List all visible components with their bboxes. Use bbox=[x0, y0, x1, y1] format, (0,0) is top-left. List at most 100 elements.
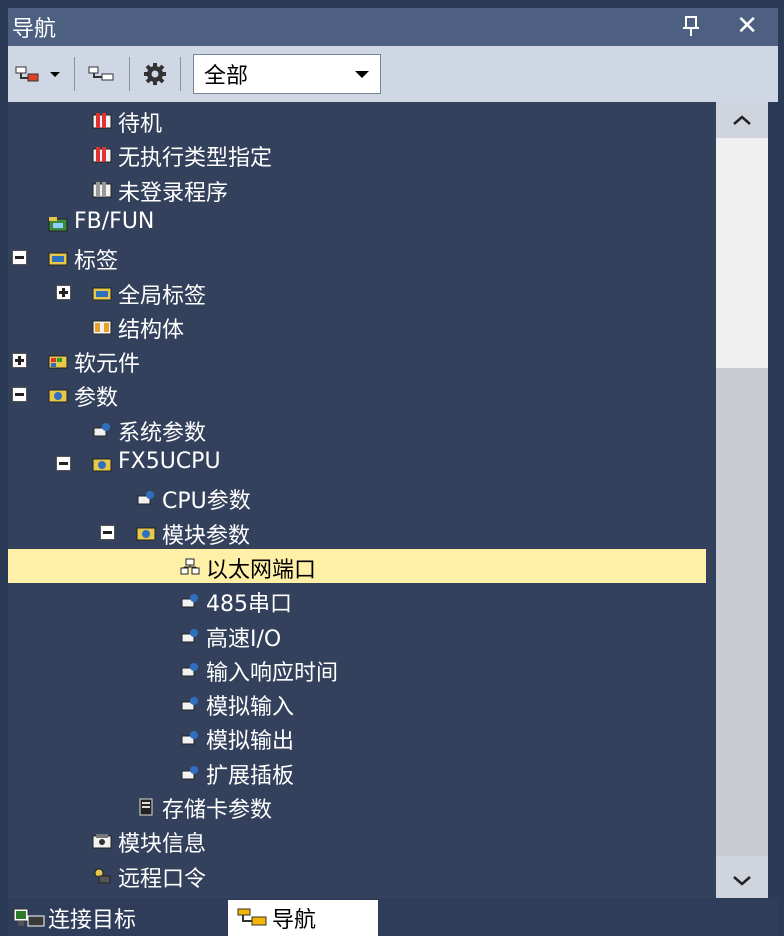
tree-item[interactable]: 模拟输出 bbox=[8, 720, 716, 754]
collapse-icon[interactable] bbox=[12, 250, 27, 266]
filter-select-value: 全部 bbox=[204, 64, 249, 89]
module-red-icon bbox=[92, 145, 112, 163]
tree-item[interactable]: 模块参数 bbox=[8, 515, 716, 549]
tree-item-label: 以太网端口 bbox=[206, 557, 317, 583]
param-icon bbox=[180, 591, 200, 609]
collapse-icon[interactable] bbox=[100, 524, 115, 540]
param-folder-icon bbox=[136, 523, 156, 541]
tree-item-label: 输入响应时间 bbox=[206, 660, 339, 686]
tree-item-label: 模块信息 bbox=[118, 832, 207, 858]
tree-item-label: 系统参数 bbox=[118, 420, 207, 446]
scroll-up-button[interactable] bbox=[716, 102, 768, 138]
tree-item-label: 未登录程序 bbox=[118, 180, 229, 206]
scroll-down-button[interactable] bbox=[716, 862, 768, 898]
param-icon bbox=[180, 694, 200, 712]
tree-item-label: 标签 bbox=[74, 249, 119, 275]
param-icon bbox=[92, 420, 112, 438]
param-icon bbox=[136, 488, 156, 506]
chevron-down-icon[interactable] bbox=[344, 55, 380, 93]
connection-target-icon bbox=[13, 908, 45, 927]
param-icon bbox=[180, 626, 200, 644]
tree-item[interactable]: 未登录程序 bbox=[8, 172, 716, 206]
tree-item[interactable]: 全局标签 bbox=[8, 275, 716, 309]
panel-title-bar: 导航 ✕ bbox=[8, 8, 778, 46]
fb-folder-icon bbox=[48, 214, 68, 232]
pin-icon[interactable] bbox=[680, 14, 702, 38]
tab-connection-target[interactable]: 连接目标 bbox=[12, 900, 136, 936]
collapse-icon[interactable] bbox=[12, 387, 27, 403]
tree-item[interactable]: 存储卡参数 bbox=[8, 789, 716, 823]
param-icon bbox=[180, 763, 200, 781]
tree-item[interactable]: CPU参数 bbox=[8, 480, 716, 514]
module-gray-icon bbox=[92, 180, 112, 198]
chevron-up-icon bbox=[733, 115, 751, 125]
chevron-down-icon bbox=[50, 72, 60, 77]
tree-item-label: FB/FUN bbox=[74, 208, 155, 234]
tree-item-label: 参数 bbox=[74, 386, 119, 412]
settings-button[interactable] bbox=[136, 54, 174, 94]
filter-select[interactable]: 全部 bbox=[193, 54, 381, 94]
tree-item[interactable]: 以太网端口 bbox=[8, 548, 706, 583]
param-folder-icon bbox=[48, 385, 68, 403]
param-icon bbox=[180, 728, 200, 746]
expand-icon[interactable] bbox=[56, 284, 71, 300]
scroll-track[interactable] bbox=[716, 138, 768, 398]
tab-navigation-label: 导航 bbox=[272, 908, 317, 933]
tree-item[interactable]: 远程口令 bbox=[8, 858, 716, 892]
tree-item[interactable]: 输入响应时间 bbox=[8, 652, 716, 686]
tree-item-label: 模拟输入 bbox=[206, 695, 295, 721]
hierarchy-view-button[interactable] bbox=[81, 54, 123, 94]
tree-item[interactable]: 软元件 bbox=[8, 343, 716, 377]
memory-card-icon bbox=[136, 797, 156, 816]
tree-item-label: 远程口令 bbox=[118, 866, 207, 892]
tree-item[interactable]: 高速I/O bbox=[8, 618, 716, 652]
tree-item-label: 存储卡参数 bbox=[162, 798, 273, 823]
device-folder-icon bbox=[48, 351, 68, 369]
gear-icon bbox=[144, 63, 166, 85]
tree-item-label: FX5UCPU bbox=[118, 449, 221, 474]
label-folder-icon bbox=[92, 283, 112, 301]
expand-icon[interactable] bbox=[12, 353, 27, 369]
tree-item[interactable]: 无执行类型指定 bbox=[8, 137, 716, 171]
tab-connection-target-label: 连接目标 bbox=[48, 908, 137, 933]
tree-item[interactable]: 参数 bbox=[8, 377, 716, 411]
scroll-thumb[interactable] bbox=[716, 368, 768, 856]
label-folder-icon bbox=[48, 248, 68, 266]
tree-item-label: 软元件 bbox=[74, 352, 141, 378]
panel-title: 导航 bbox=[12, 17, 57, 42]
bottom-tab-bar: 连接目标 导航 bbox=[8, 898, 778, 936]
struct-icon bbox=[92, 317, 112, 335]
tree-item[interactable]: FX5UCPU bbox=[8, 446, 716, 480]
module-info-icon bbox=[92, 831, 112, 849]
tree-item[interactable]: 模块信息 bbox=[8, 823, 716, 857]
tree-item[interactable]: FB/FUN bbox=[8, 206, 716, 240]
tree-item-label: 高速I/O bbox=[206, 626, 282, 652]
tree-item[interactable]: 标签 bbox=[8, 240, 716, 274]
param-folder-icon bbox=[92, 454, 112, 472]
project-tree: 待机 无执行类型指定未登录程序 FB/FUN 标签全局标签结构体软元件参数系统参数 FX… bbox=[8, 102, 716, 898]
view-mode-dropdown-button[interactable] bbox=[8, 54, 68, 94]
tree-item-label: 待机 bbox=[118, 112, 163, 137]
tree-view-icon bbox=[15, 66, 39, 82]
remote-password-icon bbox=[92, 866, 112, 884]
tree-scrollbar[interactable] bbox=[716, 102, 768, 898]
tree-item[interactable]: 系统参数 bbox=[8, 412, 716, 446]
tree-item-label: 485串口 bbox=[206, 592, 292, 618]
tree-item-label: 结构体 bbox=[118, 317, 185, 343]
tree-item[interactable]: 扩展插板 bbox=[8, 755, 716, 789]
collapse-icon[interactable] bbox=[56, 456, 71, 471]
tree-item[interactable]: 结构体 bbox=[8, 309, 716, 343]
tree-item[interactable]: 待机 bbox=[8, 103, 716, 137]
tree-item-label: 扩展插板 bbox=[206, 763, 295, 789]
navigation-toolbar: 全部 bbox=[8, 46, 778, 102]
navigation-icon bbox=[237, 908, 267, 926]
module-red-icon bbox=[92, 111, 112, 129]
tree-item[interactable]: 485串口 bbox=[8, 583, 716, 617]
close-icon[interactable]: ✕ bbox=[736, 12, 758, 40]
chevron-down-icon bbox=[733, 876, 751, 886]
tab-navigation[interactable]: 导航 bbox=[228, 900, 378, 936]
hierarchy-icon bbox=[88, 66, 114, 81]
network-icon bbox=[180, 557, 200, 575]
tree-item[interactable]: 模拟输入 bbox=[8, 686, 716, 720]
tree-item-label: 全局标签 bbox=[118, 283, 207, 309]
